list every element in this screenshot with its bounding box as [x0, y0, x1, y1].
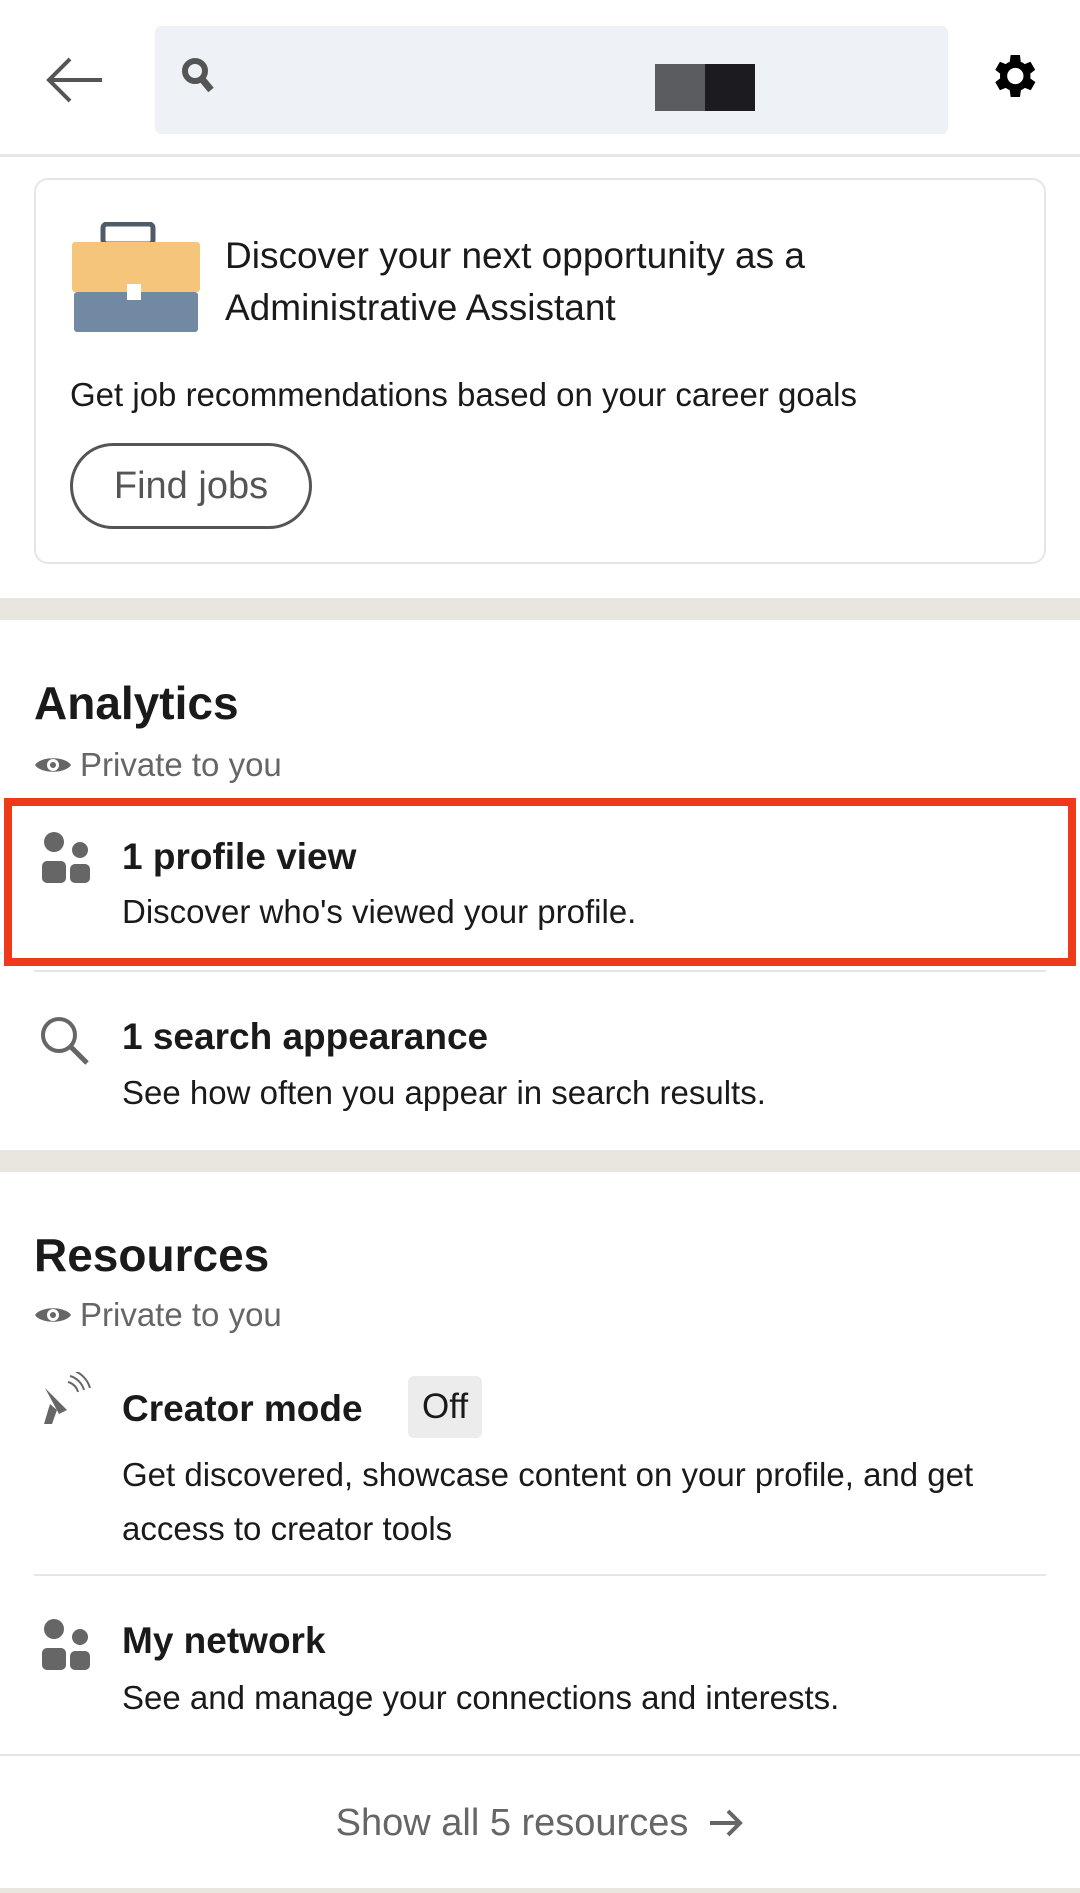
briefcase-icon [72, 222, 200, 332]
redacted-search-text [655, 64, 755, 111]
job-card-subtitle: Get job recommendations based on your ca… [70, 376, 857, 413]
item-subtitle: See and manage your connections and inte… [122, 1679, 840, 1716]
satellite-dish-icon [44, 1372, 91, 1424]
analytics-heading: Analytics [34, 677, 239, 729]
resource-item-creator-mode[interactable]: Creator mode Off Get discovered, showcas… [0, 1360, 1080, 1574]
show-all-label: Show all 5 resources [335, 1801, 689, 1844]
people-icon [42, 1619, 90, 1670]
analytics-privacy: Private to you [34, 746, 282, 784]
creator-mode-status-badge: Off [408, 1376, 483, 1438]
back-arrow-icon[interactable] [44, 55, 106, 105]
show-all-resources-button[interactable]: Show all 5 resources [0, 1758, 1080, 1888]
analytics-item-search-appearances[interactable]: 1 search appearance See how often you ap… [0, 972, 1080, 1148]
divider [0, 1754, 1080, 1756]
section-divider [0, 1150, 1080, 1172]
privacy-label: Private to you [80, 746, 282, 783]
search-icon [41, 1017, 89, 1065]
eye-icon [35, 758, 71, 772]
job-card-title: Discover your next opportunity as a Admi… [225, 235, 805, 328]
resources-heading: Resources [34, 1229, 270, 1281]
gear-icon[interactable] [985, 48, 1041, 104]
item-title: My network [122, 1620, 326, 1661]
privacy-label: Private to you [80, 1296, 282, 1333]
arrow-right-icon [710, 1809, 744, 1837]
top-bar [0, 0, 1080, 157]
search-input[interactable] [155, 26, 948, 134]
item-title: Creator mode [122, 1388, 363, 1429]
bottom-border [0, 1888, 1080, 1893]
search-icon [182, 58, 214, 93]
item-title: 1 search appearance [122, 1016, 489, 1057]
highlight-box [4, 798, 1076, 966]
section-divider [0, 598, 1080, 620]
item-subtitle: See how often you appear in search resul… [122, 1074, 766, 1111]
resource-item-my-network[interactable]: My network See and manage your connectio… [0, 1576, 1080, 1754]
eye-icon [35, 1308, 71, 1322]
find-jobs-button[interactable]: Find jobs [70, 443, 312, 529]
item-subtitle: Get discovered, showcase content on your… [122, 1456, 974, 1547]
resources-privacy: Private to you [34, 1296, 282, 1334]
